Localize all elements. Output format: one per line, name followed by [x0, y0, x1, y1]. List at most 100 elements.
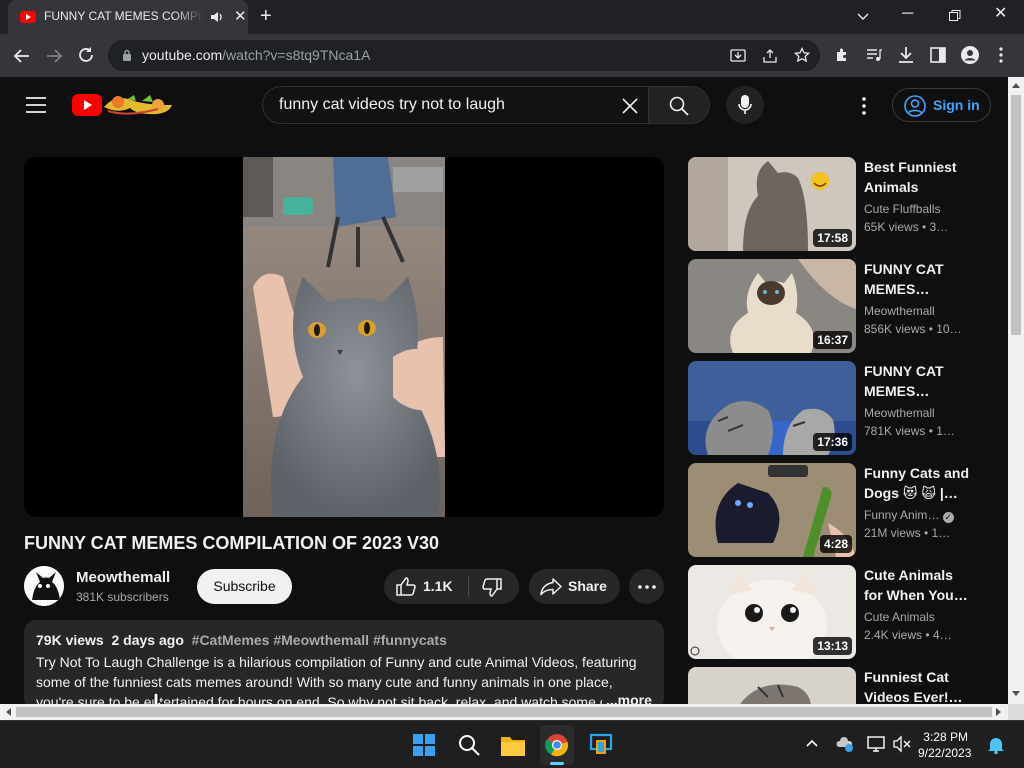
recommendation-title[interactable]: Funniest Cat Videos Ever!… — [864, 667, 972, 704]
recommendation-item[interactable]: 17:58 Best Funniest Animals video… Cute … — [688, 157, 988, 251]
url-text[interactable]: youtube.com/watch?v=s8tq9TNca1A — [142, 47, 370, 63]
taskbar-search-icon[interactable] — [458, 734, 480, 756]
install-app-icon[interactable] — [730, 48, 746, 64]
recommendation-item[interactable]: 17:36 FUNNY CAT MEMES… Meowthemall 781K … — [688, 361, 988, 455]
reload-icon[interactable] — [77, 46, 95, 64]
channel-name[interactable]: Meowthemall — [76, 569, 170, 586]
profile-icon[interactable] — [961, 46, 979, 64]
horizontal-scroll-thumb[interactable] — [16, 707, 992, 717]
recommendation-thumbnail[interactable] — [688, 667, 856, 704]
recommendation-channel[interactable]: Cute Animals — [864, 610, 974, 624]
recommendation-channel[interactable]: Funny Anim… ✓ — [864, 508, 974, 523]
video-player[interactable] — [24, 157, 664, 517]
recommendation-title[interactable]: FUNNY CAT MEMES… — [864, 361, 972, 401]
lock-icon[interactable] — [122, 49, 132, 62]
minimize-icon[interactable]: ─ — [902, 6, 913, 22]
like-icon[interactable] — [396, 577, 416, 596]
recommendation-title[interactable]: Best Funniest Animals video… — [864, 157, 972, 197]
recommendation-thumbnail[interactable]: 13:13 — [688, 565, 856, 659]
side-panel-icon[interactable] — [930, 47, 946, 63]
scroll-left-icon[interactable] — [5, 708, 11, 716]
url-path: /watch?v=s8tq9TNca1A — [222, 47, 371, 63]
recommendation-thumbnail[interactable]: 17:58 — [688, 157, 856, 251]
like-dislike-group: 1.1K — [384, 569, 519, 604]
close-window-icon[interactable]: ✕ — [994, 6, 1007, 22]
recommendation-thumbnail[interactable]: 17:36 — [688, 361, 856, 455]
address-bar[interactable]: youtube.com/watch?v=s8tq9TNca1A — [108, 40, 820, 71]
scroll-right-icon[interactable] — [996, 708, 1002, 716]
channel-logo-icon — [24, 566, 64, 606]
chrome-taskbar-button[interactable] — [540, 725, 574, 765]
share-button[interactable]: Share — [529, 569, 620, 604]
recommendation-thumbnail[interactable]: 16:37 — [688, 259, 856, 353]
clear-search-icon[interactable] — [621, 97, 639, 115]
recommendation-item[interactable]: 13:13 Cute Animals for When You… Cute An… — [688, 565, 988, 659]
duration-badge: 16:37 — [813, 331, 852, 349]
new-tab-icon[interactable]: + — [260, 6, 272, 26]
browser-menu-icon[interactable] — [998, 47, 1004, 63]
more-horizontal-icon — [638, 585, 656, 589]
channel-avatar[interactable] — [24, 566, 64, 606]
recommendation-channel[interactable]: Cute Fluffballs — [864, 202, 974, 216]
like-count[interactable]: 1.1K — [423, 578, 453, 594]
hamburger-menu-icon[interactable] — [26, 97, 46, 113]
speaker-icon[interactable] — [210, 10, 224, 24]
youtube-doodle-logo[interactable] — [72, 93, 174, 117]
scroll-down-icon[interactable] — [1012, 691, 1020, 697]
recommendation-title[interactable]: Cute Animals for When You… — [864, 565, 972, 605]
recommendation-title[interactable]: FUNNY CAT MEMES… — [864, 259, 972, 299]
onedrive-status-icon[interactable] — [836, 735, 854, 753]
description-box[interactable]: 79K views 2 days ago #CatMemes #Meowthem… — [24, 620, 664, 710]
recommendation-thumbnail[interactable]: 4:28 — [688, 463, 856, 557]
more-actions-button[interactable] — [629, 569, 664, 604]
subscribe-button[interactable]: Subscribe — [197, 569, 292, 604]
windows-start-icon[interactable] — [413, 734, 435, 756]
vertical-scrollbar[interactable] — [1008, 77, 1024, 704]
sign-in-button[interactable]: Sign in — [892, 88, 991, 122]
horizontal-scrollbar[interactable] — [0, 704, 1008, 720]
recommendation-item[interactable]: 4:28 Funny Cats and Dogs 😻 🙀 |… Funny An… — [688, 463, 988, 557]
scroll-up-icon[interactable] — [1012, 82, 1020, 88]
share-page-icon[interactable] — [762, 48, 778, 64]
media-control-icon[interactable] — [866, 47, 882, 63]
system-tray-chevron-icon[interactable] — [806, 739, 818, 747]
vertical-scroll-thumb[interactable] — [1011, 95, 1021, 335]
volume-muted-icon[interactable] — [893, 735, 911, 753]
remote-desktop-icon[interactable] — [589, 733, 613, 757]
forward-icon[interactable] — [45, 47, 63, 65]
recommendation-channel[interactable]: Meowthemall — [864, 406, 974, 420]
browser-tab-strip: FUNNY CAT MEMES COMPILATION OF 2023 V30 … — [0, 0, 1024, 34]
close-tab-icon[interactable]: ✕ — [234, 9, 247, 24]
view-count: 79K views — [36, 632, 104, 648]
system-clock[interactable]: 3:28 PM 9/22/2023 — [918, 729, 971, 761]
recommendation-stats: 65K views • 3… — [864, 220, 949, 234]
video-title: FUNNY CAT MEMES COMPILATION OF 2023 V30 — [24, 533, 440, 553]
file-explorer-icon[interactable] — [501, 734, 525, 756]
duration-badge: 13:13 — [813, 637, 852, 655]
tab-search-chevron-icon[interactable] — [856, 9, 870, 23]
network-icon[interactable] — [867, 735, 885, 753]
back-icon[interactable] — [13, 47, 31, 65]
recommendation-channel[interactable]: Meowthemall — [864, 304, 974, 318]
voice-search-button[interactable] — [726, 86, 764, 124]
video-frame[interactable] — [243, 157, 445, 517]
bookmark-star-icon[interactable] — [794, 47, 810, 63]
settings-menu-icon[interactable] — [861, 97, 867, 115]
search-button[interactable] — [648, 86, 710, 124]
extensions-icon[interactable] — [834, 47, 850, 63]
cat-video-image — [243, 157, 445, 517]
search-box[interactable]: funny cat videos try not to laugh — [262, 86, 648, 124]
verified-badge-icon: ✓ — [942, 512, 954, 523]
dislike-icon[interactable] — [482, 578, 502, 597]
recommendation-title[interactable]: Funny Cats and Dogs 😻 🙀 |… — [864, 463, 972, 503]
restore-icon[interactable] — [948, 9, 962, 23]
recommendation-item[interactable]: Funniest Cat Videos Ever!… — [688, 667, 988, 704]
recommendation-stats: 21M views • 1… — [864, 526, 951, 540]
search-input[interactable]: funny cat videos try not to laugh — [279, 96, 505, 114]
video-meta: 79K views 2 days ago #CatMemes #Meowthem… — [36, 632, 447, 648]
downloads-icon[interactable] — [898, 46, 914, 64]
hashtags[interactable]: #CatMemes #Meowthemall #funnycats — [192, 632, 447, 648]
notification-bell-icon[interactable] — [988, 736, 1004, 754]
recommendation-item[interactable]: 16:37 FUNNY CAT MEMES… Meowthemall 856K … — [688, 259, 988, 353]
browser-tab[interactable]: FUNNY CAT MEMES COMPILATION OF 2023 V30 … — [8, 0, 248, 34]
